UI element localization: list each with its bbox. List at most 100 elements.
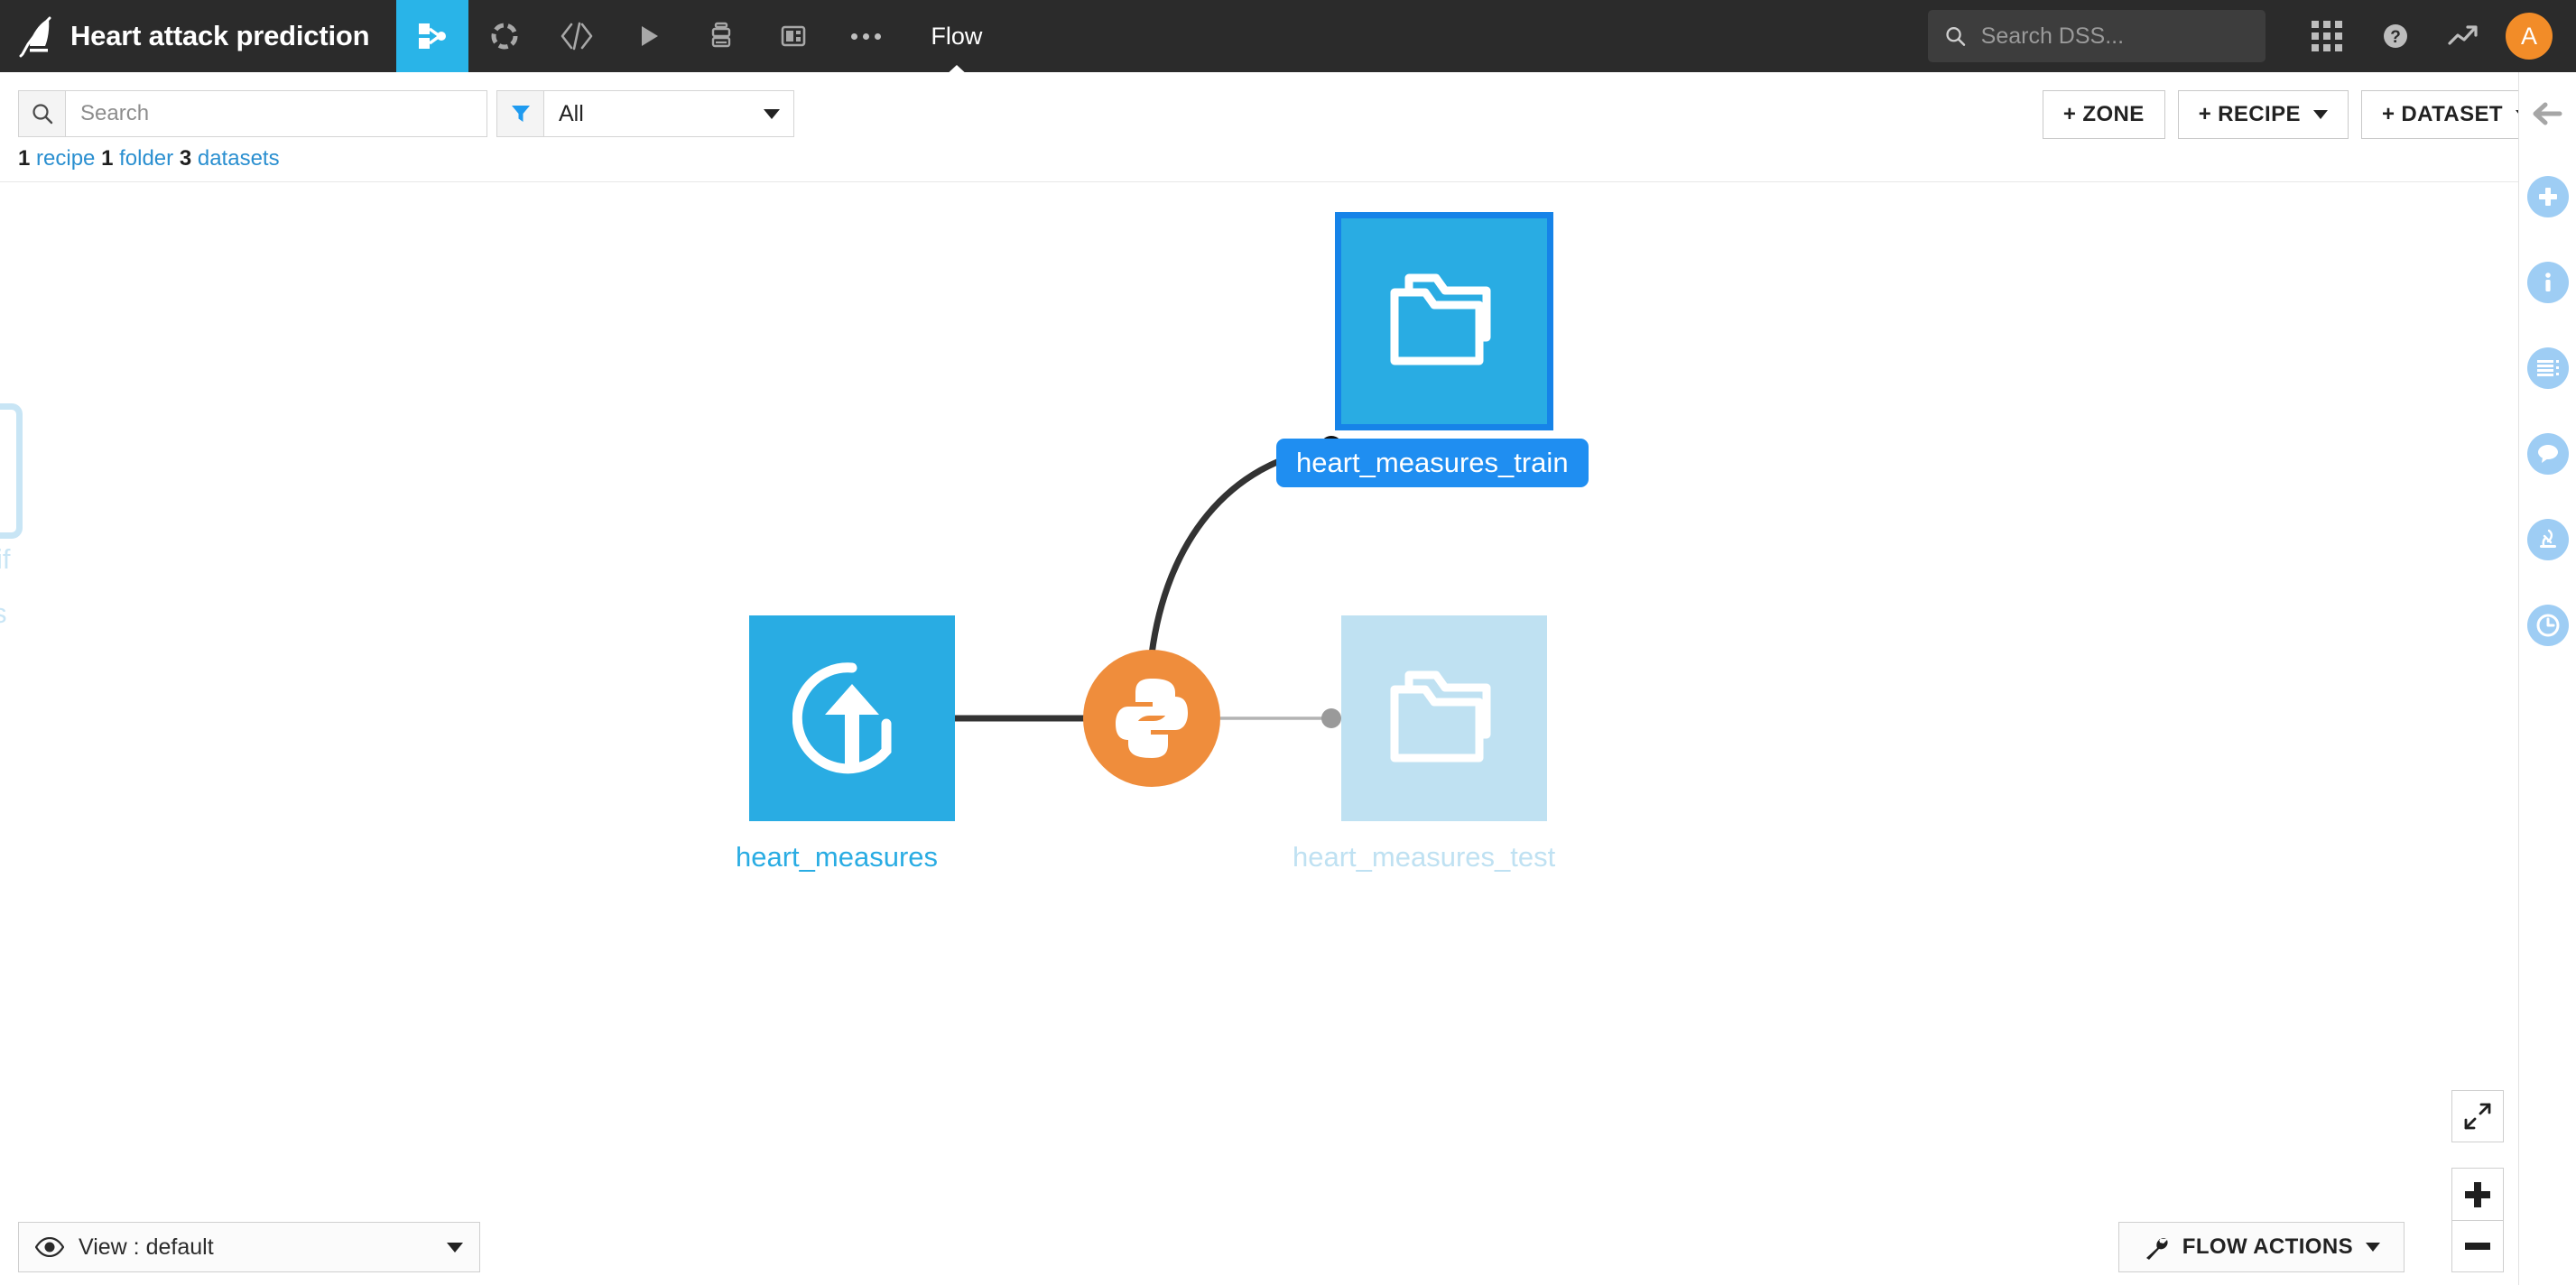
- node-box[interactable]: [1335, 212, 1553, 430]
- help-button[interactable]: ?: [2361, 0, 2430, 72]
- flow-search[interactable]: [18, 90, 487, 137]
- dataset-count-link[interactable]: datasets: [198, 146, 280, 171]
- node-box[interactable]: [749, 615, 955, 821]
- global-search[interactable]: [1928, 10, 2266, 62]
- top-header: Heart attack prediction Flow Search DSS.…: [0, 0, 2576, 77]
- lab-button[interactable]: [2525, 516, 2571, 563]
- wrench-icon: [2145, 1238, 2168, 1260]
- tab-automation[interactable]: [685, 0, 757, 72]
- view-select-label: View : default: [79, 1234, 214, 1260]
- dataset-count: 3: [179, 146, 192, 171]
- flow-actions-button[interactable]: FLOW ACTIONS: [2117, 1222, 2405, 1272]
- zoom-controls: [2451, 1168, 2504, 1272]
- chevron-down-icon: [447, 1242, 463, 1253]
- folder-stack-icon: [1390, 670, 1491, 763]
- fit-to-screen-button[interactable]: [2451, 1090, 2504, 1142]
- flow-filter-select[interactable]: All: [496, 90, 794, 137]
- folder-stack-icon: [1390, 273, 1491, 365]
- add-zone-label: + ZONE: [2062, 102, 2145, 126]
- zoom-out-button[interactable]: [2451, 1220, 2504, 1272]
- microscope-icon: [2526, 519, 2569, 560]
- tab-lab[interactable]: [468, 0, 541, 72]
- flow-toolbar: All 1 recipe 1 folder 3 datasets + ZONE …: [0, 72, 2576, 182]
- plus-circle-icon: [2526, 176, 2569, 217]
- flow-edges: [955, 436, 1343, 730]
- help-question-icon: ?: [2384, 24, 2407, 48]
- tab-flow[interactable]: [396, 0, 469, 72]
- minus-icon: [2465, 1243, 2490, 1250]
- flow-object-counts: 1 recipe 1 folder 3 datasets: [18, 146, 280, 171]
- code-brackets-icon: [561, 22, 593, 51]
- add-zone-button[interactable]: + ZONE: [2042, 90, 2165, 139]
- recipe-circle[interactable]: [1083, 650, 1220, 787]
- arrow-left-icon: [2533, 102, 2562, 125]
- ellipsis-icon: [862, 32, 869, 40]
- section-label-text: Flow: [931, 22, 983, 50]
- header-nav-tabs: [396, 0, 902, 72]
- play-triangle-icon: [642, 26, 659, 46]
- add-recipe-label: + RECIPE: [2198, 102, 2301, 126]
- tab-jobs[interactable]: [613, 0, 685, 72]
- dataiku-bird-logo[interactable]: [0, 0, 70, 72]
- add-recipe-button[interactable]: + RECIPE: [2177, 90, 2349, 139]
- trend-button[interactable]: [2430, 0, 2498, 72]
- add-dataset-label: + DATASET: [2381, 102, 2503, 126]
- tab-code[interactable]: [541, 0, 613, 72]
- trending-up-icon: [2448, 25, 2478, 45]
- recipe-count-link[interactable]: recipe: [36, 146, 95, 171]
- details-button[interactable]: [2525, 259, 2571, 306]
- flow-icon: [419, 23, 447, 49]
- dataiku-flow-page: Heart attack prediction Flow Search DSS.…: [0, 0, 2576, 1285]
- flow-search-input[interactable]: [66, 91, 486, 136]
- node-label[interactable]: heart_measures_test: [1293, 841, 1555, 874]
- toolbar-actions: + ZONE + RECIPE + DATASET: [2042, 90, 2551, 139]
- ellipsis-icon: [874, 32, 881, 40]
- section-label: Flow: [931, 22, 983, 77]
- chevron-down-icon: [2312, 110, 2328, 119]
- page-title: Heart attack prediction: [70, 20, 370, 51]
- node-label[interactable]: heart_measures: [736, 841, 938, 874]
- ellipsis-icon: [850, 32, 857, 40]
- collapse-panel-button[interactable]: [2525, 90, 2571, 137]
- python-logo-icon: [1116, 679, 1188, 758]
- expand-diagonal-icon: [2464, 1103, 2491, 1130]
- node-label[interactable]: heart_measures_train: [1276, 439, 1589, 487]
- flow-actions-label: FLOW ACTIONS: [2182, 1234, 2353, 1259]
- eye-icon: [35, 1237, 64, 1257]
- discussions-button[interactable]: [2525, 430, 2571, 477]
- list-lines-icon: [2526, 347, 2569, 389]
- schema-button[interactable]: [2525, 345, 2571, 392]
- node-box[interactable]: [1341, 615, 1547, 821]
- right-sidebar: [2518, 72, 2576, 1285]
- header-right-cluster: ? A: [1928, 0, 2576, 72]
- view-select[interactable]: View : default: [18, 1222, 480, 1272]
- zoom-in-button[interactable]: [2451, 1168, 2504, 1220]
- chevron-down-icon: [2366, 1243, 2380, 1252]
- folder-count-link[interactable]: folder: [119, 146, 173, 171]
- filter-funnel-icon: [497, 91, 544, 136]
- recipe-count: 1: [18, 146, 31, 171]
- tab-dashboards[interactable]: [757, 0, 829, 72]
- folder-count: 1: [101, 146, 114, 171]
- apps-grid-icon: [2312, 21, 2342, 51]
- tab-more[interactable]: [829, 0, 902, 72]
- lab-circle-icon: [491, 23, 518, 50]
- comment-bubble-icon: [2526, 433, 2569, 475]
- flow-filter-value: All: [559, 100, 584, 126]
- avatar[interactable]: A: [2506, 13, 2553, 60]
- history-button[interactable]: [2525, 602, 2571, 649]
- chevron-down-icon: [750, 91, 793, 136]
- plus-icon: [2465, 1181, 2490, 1207]
- dashboard-panel-icon: [782, 25, 806, 47]
- search-icon: [19, 91, 66, 136]
- svg-text:?: ?: [2390, 28, 2401, 47]
- clock-icon: [2526, 605, 2569, 646]
- edge-endpoint-dot: [1321, 708, 1341, 728]
- flow-canvas[interactable]: if s heart_measures_train: [0, 182, 2518, 1285]
- apps-grid-button[interactable]: [2293, 0, 2361, 72]
- add-item-button[interactable]: [2525, 173, 2571, 220]
- upload-circle-arrow-icon: [792, 662, 892, 774]
- info-circle-icon: [2526, 262, 2569, 303]
- stacked-layers-icon: [712, 22, 731, 48]
- global-search-input[interactable]: [1980, 23, 2249, 50]
